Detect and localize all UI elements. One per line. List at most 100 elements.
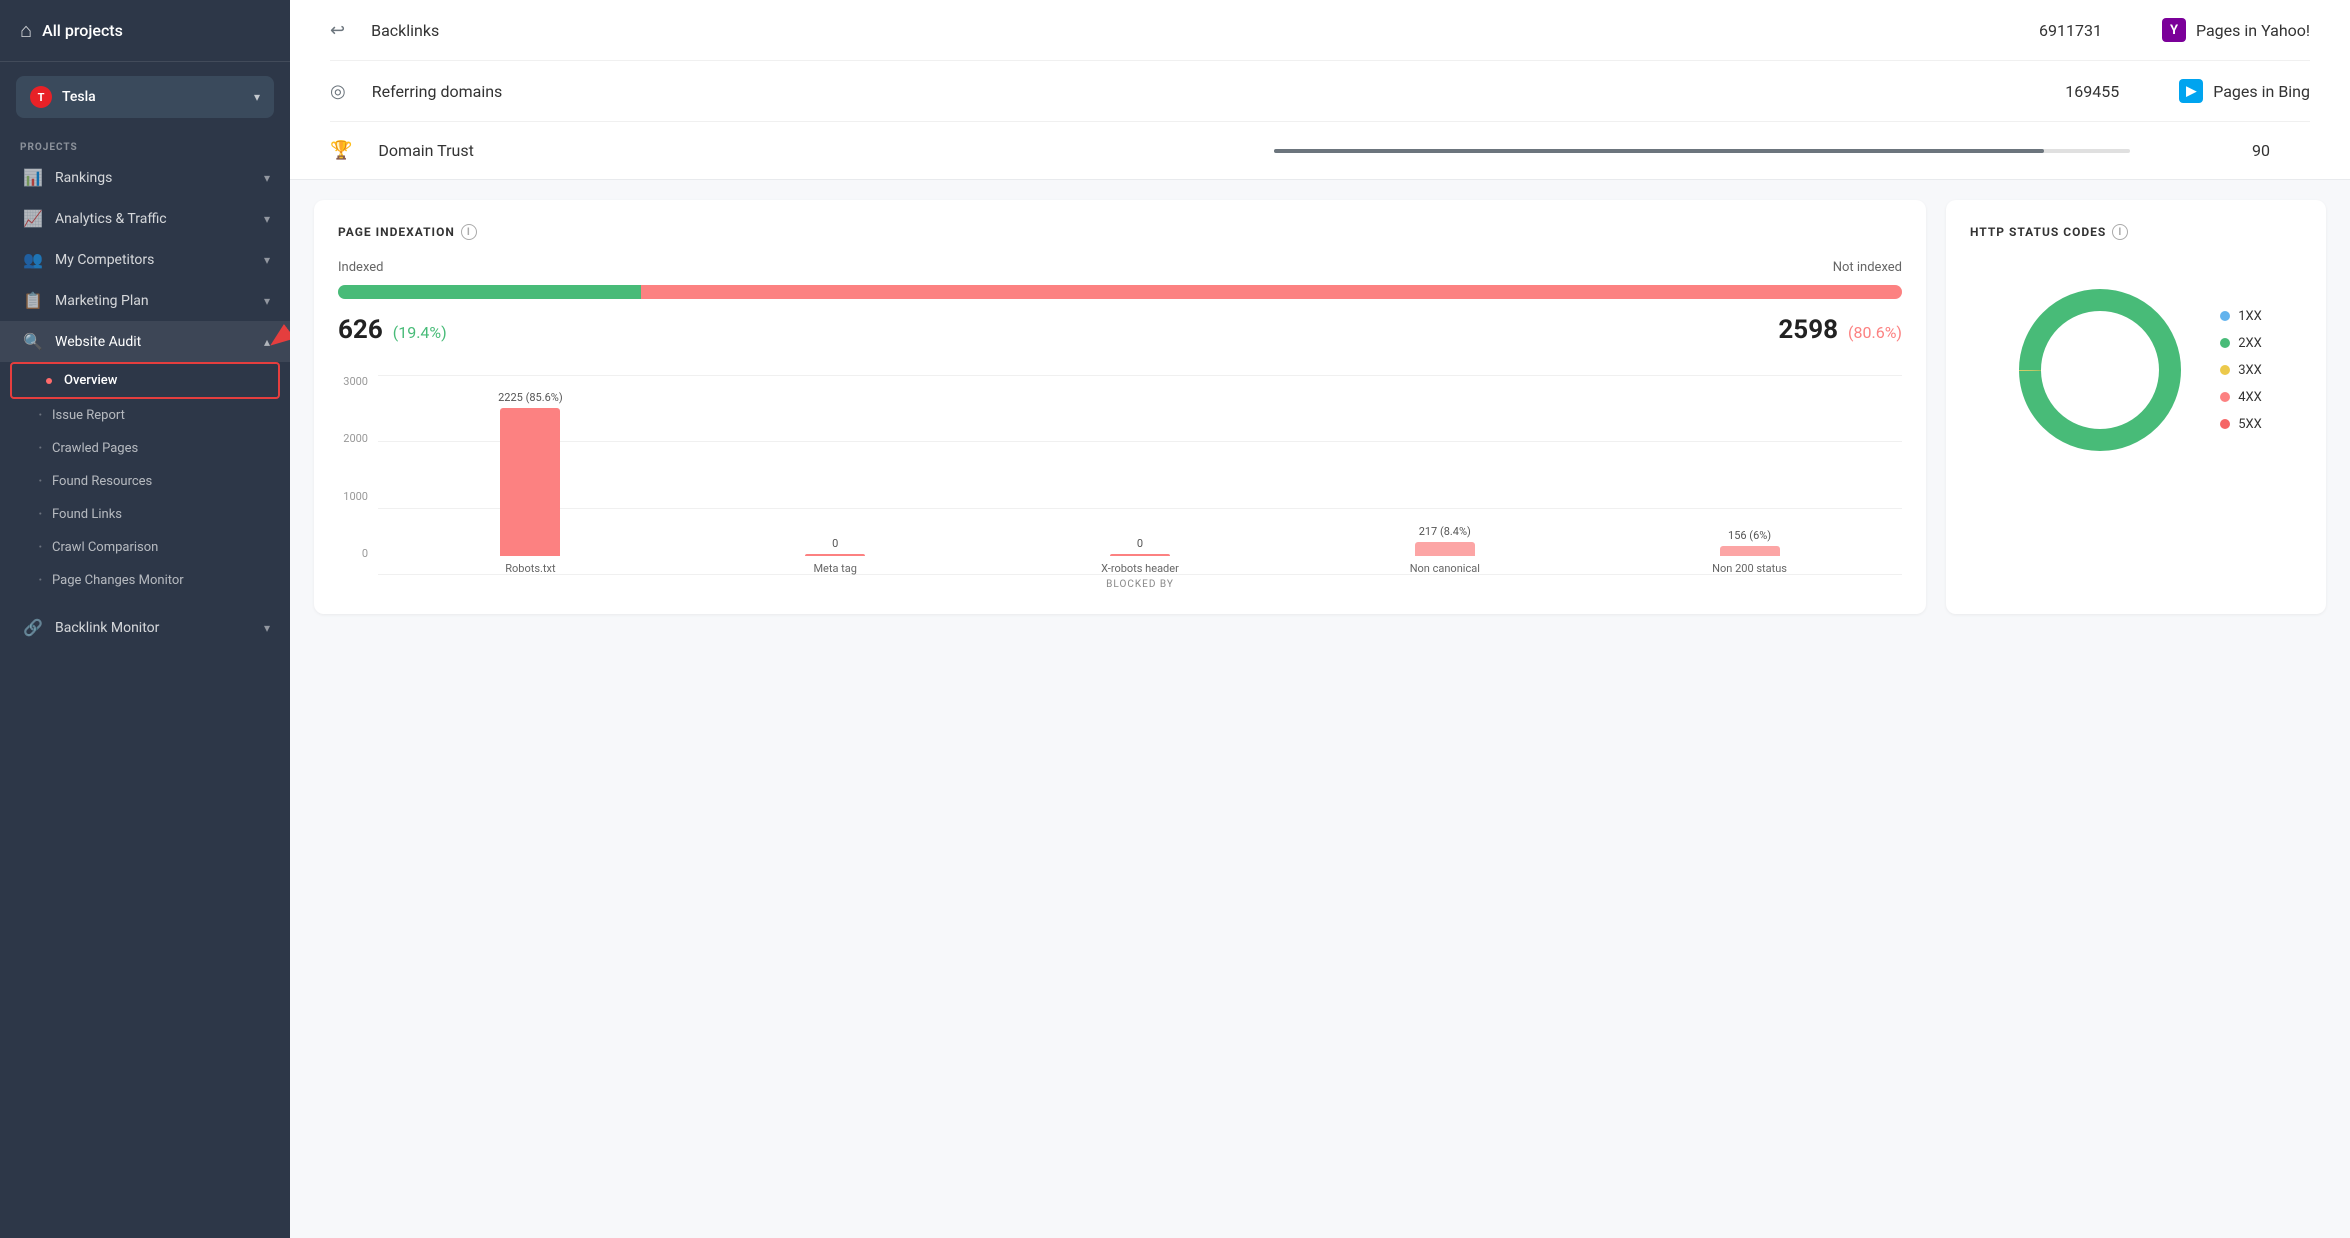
domain-trust-icon: 🏆 [330, 140, 352, 161]
referring-domains-row: ◎ Referring domains 169455 ▶ Pages in Bi… [330, 61, 2310, 122]
http-status-title: HTTP STATUS CODES i [1970, 224, 2302, 240]
bar-robots-txt: 2225 (85.6%) Robots.txt [388, 391, 673, 575]
indexation-bar [338, 285, 1902, 299]
sidebar-subitem-overview[interactable]: Overview [12, 364, 278, 397]
page-indexation-title: PAGE INDEXATION i [338, 224, 1902, 240]
canonical-x-label: Non canonical [1410, 562, 1480, 575]
bing-icon: ▶ [2179, 79, 2203, 103]
xrobots-x-label: X-robots header [1101, 562, 1179, 575]
all-projects-link[interactable]: ⌂ All projects [0, 0, 290, 62]
referring-label: Referring domains [372, 82, 2000, 101]
y-label-0: 0 [362, 547, 368, 560]
indexed-label: Indexed [338, 260, 384, 275]
page-indexation-card: PAGE INDEXATION i Indexed Not indexed 62… [314, 200, 1926, 614]
sidebar-subitem-issue-report[interactable]: Issue Report [0, 399, 290, 432]
domain-trust-bar [1274, 149, 2130, 153]
not-indexed-bar-fill [641, 285, 1902, 299]
pages-bing-label: Pages in Bing [2213, 82, 2310, 101]
competitors-expand-icon: ▾ [264, 253, 270, 267]
page-indexation-info-icon[interactable]: i [461, 224, 477, 240]
http-status-info-icon[interactable]: i [2112, 224, 2128, 240]
sidebar-item-marketing[interactable]: 📋 Marketing Plan ▾ [0, 280, 290, 321]
project-name-label: Tesla [62, 89, 244, 105]
backlinks-row: ↩ Backlinks 6911731 Y Pages in Yahoo! [330, 0, 2310, 61]
y-label-1000: 1000 [343, 490, 368, 503]
rankings-label: Rankings [55, 170, 112, 186]
legend-label-4xx: 4XX [2238, 390, 2262, 405]
robots-x-label: Robots.txt [505, 562, 555, 575]
red-arrow-annotation [265, 317, 290, 367]
sidebar-subitem-crawled-pages[interactable]: Crawled Pages [0, 432, 290, 465]
legend-label-1xx: 1XX [2238, 309, 2262, 324]
page-changes-label: Page Changes Monitor [52, 573, 184, 588]
indexation-counts: 626 (19.4%) 2598 (80.6%) [338, 315, 1902, 345]
chart-area: 2225 (85.6%) Robots.txt 0 Meta tag [378, 375, 1902, 590]
bar-non-200: 156 (6%) Non 200 status [1607, 529, 1892, 575]
sidebar-subitem-found-resources[interactable]: Found Resources [0, 465, 290, 498]
issue-report-label: Issue Report [52, 408, 125, 423]
website-audit-label: Website Audit [55, 334, 141, 350]
rankings-icon: 📊 [23, 168, 43, 187]
xrobots-bar [1110, 554, 1170, 556]
yahoo-icon: Y [2162, 18, 2186, 42]
found-resources-label: Found Resources [52, 474, 152, 489]
bar-x-robots: 0 X-robots header [998, 537, 1283, 575]
analytics-icon: 📈 [23, 209, 43, 228]
canonical-label-top: 217 (8.4%) [1419, 525, 1471, 538]
x-axis-label: BLOCKED BY [378, 579, 1902, 590]
competitors-label: My Competitors [55, 252, 154, 268]
overview-active-box: Overview [10, 362, 280, 399]
analytics-label: Analytics & Traffic [55, 211, 167, 227]
pages-yahoo-stat[interactable]: Y Pages in Yahoo! [2162, 18, 2310, 42]
backlink-monitor-label: Backlink Monitor [55, 620, 159, 636]
not-indexed-pct: (80.6%) [1848, 323, 1902, 342]
legend-label-5xx: 5XX [2238, 417, 2262, 432]
legend-dot-1xx [2220, 311, 2230, 321]
legend-dot-3xx [2220, 365, 2230, 375]
competitors-icon: 👥 [23, 250, 43, 269]
sidebar-item-backlink-monitor[interactable]: 🔗 Backlink Monitor ▾ [0, 607, 290, 648]
pages-bing-stat[interactable]: ▶ Pages in Bing [2179, 79, 2310, 103]
sidebar-item-rankings[interactable]: 📊 Rankings ▾ [0, 157, 290, 198]
legend-label-3xx: 3XX [2238, 363, 2262, 378]
marketing-label: Marketing Plan [55, 293, 149, 309]
non200-x-label: Non 200 status [1712, 562, 1787, 575]
legend: 1XX 2XX 3XX 4XX [2220, 309, 2262, 432]
bar-non-canonical: 217 (8.4%) Non canonical [1302, 525, 1587, 575]
sidebar-item-website-audit[interactable]: 🔍 Website Audit ▴ [0, 321, 290, 362]
backlinks-label: Backlinks [371, 21, 1982, 40]
marketing-icon: 📋 [23, 291, 43, 310]
bar-chart-container: 3000 2000 1000 0 [338, 375, 1902, 590]
sidebar-item-analytics[interactable]: 📈 Analytics & Traffic ▾ [0, 198, 290, 239]
project-selector[interactable]: T Tesla ▾ [16, 76, 274, 118]
overview-label: Overview [64, 373, 117, 388]
y-label-3000: 3000 [343, 375, 368, 388]
domain-trust-value: 90 [2170, 141, 2270, 160]
legend-1xx: 1XX [2220, 309, 2262, 324]
crawl-comparison-label: Crawl Comparison [52, 540, 158, 555]
domain-trust-label: Domain Trust [378, 141, 1234, 160]
meta-label-top: 0 [832, 537, 838, 550]
sidebar-subitem-page-changes[interactable]: Page Changes Monitor [0, 564, 290, 597]
legend-dot-4xx [2220, 392, 2230, 402]
bars-container: 2225 (85.6%) Robots.txt 0 Meta tag [378, 375, 1902, 575]
analytics-expand-icon: ▾ [264, 212, 270, 226]
marketing-expand-icon: ▾ [264, 294, 270, 308]
sidebar-subitem-crawl-comparison[interactable]: Crawl Comparison [0, 531, 290, 564]
backlink-monitor-icon: 🔗 [23, 618, 43, 637]
legend-2xx: 2XX [2220, 336, 2262, 351]
referring-icon: ◎ [330, 81, 346, 102]
projects-section-label: PROJECTS [0, 132, 290, 157]
domain-trust-row: 🏆 Domain Trust 90 [330, 122, 2310, 179]
sidebar-item-competitors[interactable]: 👥 My Competitors ▾ [0, 239, 290, 280]
not-indexed-count: 2598 [1778, 315, 1838, 345]
sidebar-subitem-found-links[interactable]: Found Links [0, 498, 290, 531]
canonical-bar [1415, 542, 1475, 556]
found-links-label: Found Links [52, 507, 122, 522]
indexed-pct: (19.4%) [393, 323, 447, 342]
non200-bar [1720, 546, 1780, 556]
referring-value: 169455 [2019, 82, 2119, 101]
indexation-header: Indexed Not indexed [338, 260, 1902, 275]
meta-bar [805, 554, 865, 556]
donut-chart [2010, 280, 2190, 460]
